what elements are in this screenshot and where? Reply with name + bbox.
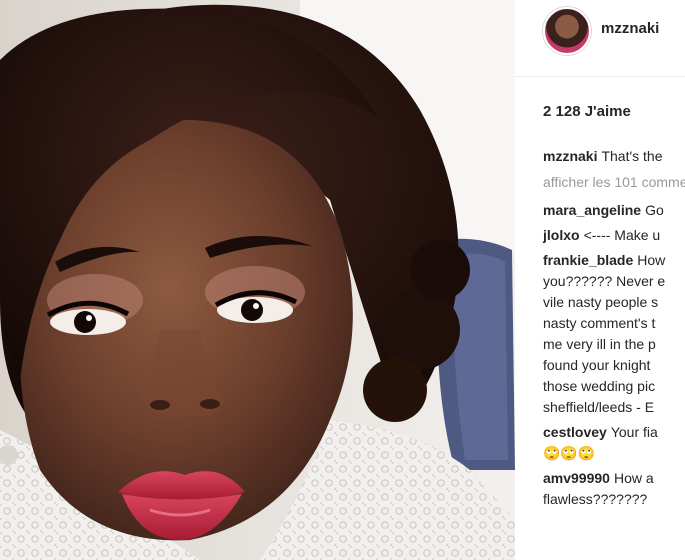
caption: mzznaki That's the (543, 146, 685, 167)
post-side-panel: mzznaki 2 128 J'aime mzznaki That's the a… (515, 0, 685, 560)
comment-username[interactable]: cestlovey (543, 424, 607, 440)
comment-username[interactable]: jlolxo (543, 227, 580, 243)
comment-username[interactable]: mzznaki (543, 148, 597, 164)
emoji-line: 🙄🙄🙄 (543, 445, 596, 461)
comment-item: amv99990 How a flawless??????? (543, 468, 685, 510)
comment-text: How (637, 252, 666, 268)
comment-item: cestlovey Your fia 🙄🙄🙄 (543, 422, 685, 464)
comment-username[interactable]: amv99990 (543, 470, 610, 486)
comment-line: me very ill in the p (543, 336, 656, 352)
post-photo[interactable] (0, 0, 515, 560)
post-header: mzznaki (515, 0, 685, 77)
view-all-comments-link[interactable]: afficher les 101 commentaires (543, 172, 685, 193)
like-count[interactable]: 2 128 J'aime (543, 103, 631, 120)
comment-text: How a (613, 470, 654, 486)
comment-line: those wedding pic (543, 378, 656, 394)
post-author-username[interactable]: mzznaki (601, 20, 659, 37)
comment-item: frankie_blade How you?????? Never e vile … (543, 250, 685, 418)
comment-text: Go (645, 202, 664, 218)
comment-item: mara_angeline Go (543, 200, 685, 221)
comment-line: flawless??????? (543, 491, 648, 507)
selfie-image (0, 0, 515, 560)
comment-line: amv99990 How a (543, 468, 685, 489)
comment-item: jlolxo <---- Make u (543, 225, 685, 246)
comment-line: frankie_blade How (543, 250, 685, 271)
comment-list: mzznaki That's the afficher les 101 comme… (543, 146, 685, 514)
instagram-post-view: mzznaki 2 128 J'aime mzznaki That's the a… (0, 0, 685, 560)
comment-line: you?????? Never e (543, 273, 666, 289)
comment-text: Your fia (610, 424, 658, 440)
comment-text: That's the (601, 148, 663, 164)
comment-line: sheffield/leeds - E (543, 399, 655, 415)
comment-line: vile nasty people s (543, 294, 659, 310)
profile-avatar[interactable] (543, 7, 591, 55)
comment-username[interactable]: mara_angeline (543, 202, 641, 218)
comment-line: cestlovey Your fia (543, 422, 685, 443)
comment-line: found your knight (543, 357, 651, 373)
comment-text: <---- Make u (583, 227, 661, 243)
comment-username[interactable]: frankie_blade (543, 252, 633, 268)
comment-line: nasty comment's t (543, 315, 656, 331)
